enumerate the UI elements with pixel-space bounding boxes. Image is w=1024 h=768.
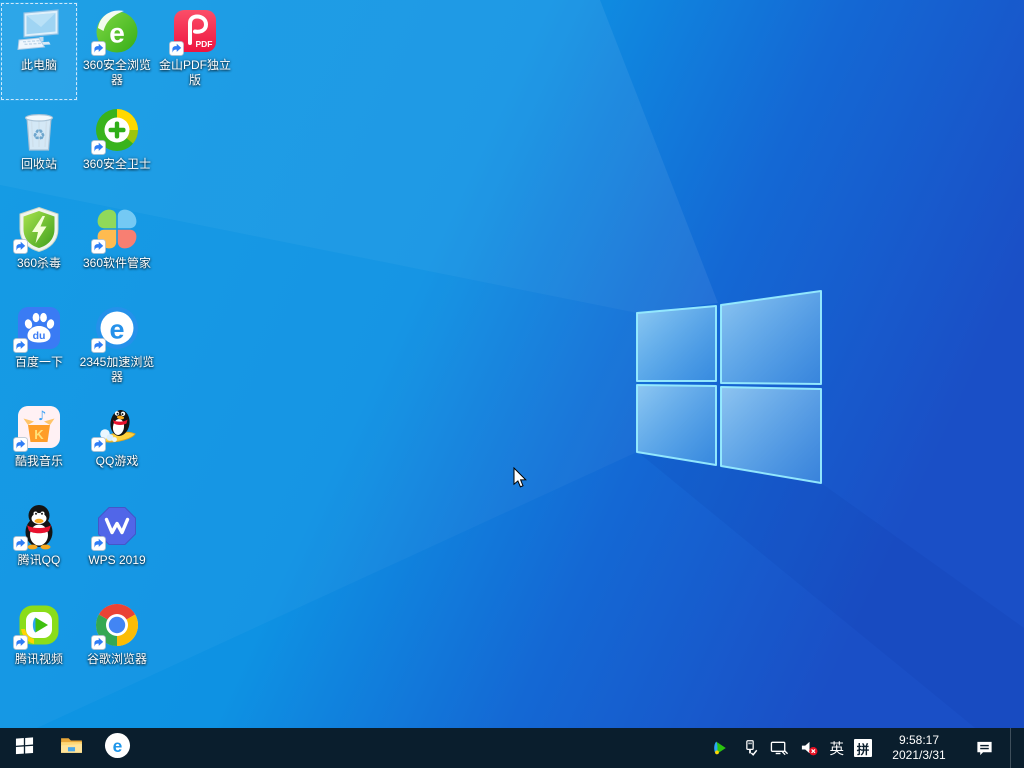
browser-e-icon: e [104,732,131,764]
shortcut-arrow-icon [13,437,28,452]
shortcut-arrow-icon [91,635,106,650]
desktop-icon-2345-browser[interactable]: e 2345加速浏览器 [78,299,156,398]
desktop-surface[interactable]: 此电脑♻回收站360杀毒du百度一下K♪酷我音乐腾讯QQ腾讯视频e360安全浏览… [0,0,1024,728]
network-display-tray-icon[interactable] [770,738,790,758]
chrome-icon [93,601,141,649]
360-safeguard-icon [93,106,141,154]
svg-text:K: K [34,427,44,442]
desktop-icon-360-browser[interactable]: e 360安全浏览器 [78,2,156,101]
desktop-icon-tencent-qq[interactable]: 腾讯QQ [0,497,78,596]
desktop-icon-tencent-video[interactable]: 腾讯视频 [0,596,78,695]
360-browser-icon: e [93,7,141,55]
clock-time: 9:58:17 [886,733,952,748]
shortcut-arrow-icon [13,239,28,254]
360-software-manager-icon [93,205,141,253]
desktop-icon-wps-2019[interactable]: WPS 2019 [78,497,156,596]
shortcut-arrow-icon [13,536,28,551]
start-button[interactable] [0,728,48,768]
desktop-icon-label: 酷我音乐 [15,454,63,469]
desktop-icon-label: 360杀毒 [17,256,61,271]
desktop-icon-kingsoft-pdf[interactable]: PDF 金山PDF独立版 [156,2,234,101]
shortcut-arrow-icon [91,338,106,353]
show-desktop-strip[interactable] [1010,728,1016,768]
desktop-icon-label: 腾讯QQ [18,553,61,568]
recycle-bin-icon: ♻ [15,106,63,154]
desktop-icon-360-software-manager[interactable]: 360软件管家 [78,200,156,299]
tencent-qq-icon [15,502,63,550]
usb-device-tray-icon[interactable] [740,738,760,758]
svg-text:PDF: PDF [196,39,213,49]
shortcut-arrow-icon [91,41,106,56]
desktop-icon-recycle-bin[interactable]: ♻ 回收站 [0,101,78,200]
kingsoft-pdf-icon: PDF [171,7,219,55]
svg-text:e: e [109,18,125,49]
desktop-icon-label: 此电脑 [21,58,57,73]
360-antivirus-icon [15,205,63,253]
clock-date: 2021/3/31 [886,748,952,763]
desktop-icon-chrome[interactable]: 谷歌浏览器 [78,596,156,695]
tencent-video-tray-icon[interactable] [710,738,730,758]
shortcut-arrow-icon [169,41,184,56]
desktop-icon-this-pc[interactable]: 此电脑 [0,2,78,101]
desktop-icon-label: 2345加速浏览器 [79,355,155,385]
desktop-icon-label: 回收站 [21,157,57,172]
desktop-icon-label: 百度一下 [15,355,63,370]
taskbar: e 英 拼 9:58:17 2021/3/31 [0,728,1024,768]
desktop-icon-label: 金山PDF独立版 [157,58,233,88]
shortcut-arrow-icon [91,239,106,254]
desktop-icon-baidu[interactable]: du 百度一下 [0,299,78,398]
wps-2019-icon [93,502,141,550]
desktop-icon-grid: 此电脑♻回收站360杀毒du百度一下K♪酷我音乐腾讯QQ腾讯视频e360安全浏览… [0,2,234,695]
shortcut-arrow-icon [13,635,28,650]
shortcut-arrow-icon [91,140,106,155]
desktop-icon-label: 谷歌浏览器 [87,652,147,667]
file-explorer-button[interactable] [48,728,94,768]
desktop-icon-360-antivirus[interactable]: 360杀毒 [0,200,78,299]
2345-browser-icon: e [93,304,141,352]
svg-text:e: e [109,315,124,345]
svg-text:du: du [33,330,46,342]
file-explorer-icon [59,733,84,763]
shortcut-arrow-icon [13,338,28,353]
language-indicator[interactable]: 英 [830,738,845,759]
svg-text:♻: ♻ [32,126,45,144]
qq-games-icon [93,403,141,451]
shortcut-arrow-icon [91,536,106,551]
desktop-icon-360-safeguard[interactable]: 360安全卫士 [78,101,156,200]
this-pc-icon [15,7,63,55]
desktop-icon-label: 360软件管家 [83,256,151,271]
browser-taskbar-button[interactable]: e [94,728,140,768]
desktop-icon-label: 360安全卫士 [83,157,151,172]
windows-start-icon [15,736,34,760]
desktop-icon-qq-games[interactable]: QQ游戏 [78,398,156,497]
taskbar-clock[interactable]: 9:58:17 2021/3/31 [886,733,952,763]
volume-muted-icon[interactable] [800,738,820,758]
ime-pinyin-indicator[interactable]: 拼 [854,739,872,757]
action-center-icon[interactable] [974,738,994,758]
baidu-icon: du [15,304,63,352]
svg-text:♪: ♪ [38,409,46,424]
desktop-icon-label: 腾讯视频 [15,652,63,667]
svg-text:e: e [112,736,122,756]
desktop-icon-label: 360安全浏览器 [79,58,155,88]
system-tray: 英 拼 9:58:17 2021/3/31 [710,728,1024,768]
kuwo-music-icon: K♪ [15,403,63,451]
desktop-icon-label: QQ游戏 [96,454,139,469]
desktop-icon-kuwo-music[interactable]: K♪酷我音乐 [0,398,78,497]
tencent-video-icon [15,601,63,649]
desktop-icon-label: WPS 2019 [88,553,145,568]
shortcut-arrow-icon [91,437,106,452]
